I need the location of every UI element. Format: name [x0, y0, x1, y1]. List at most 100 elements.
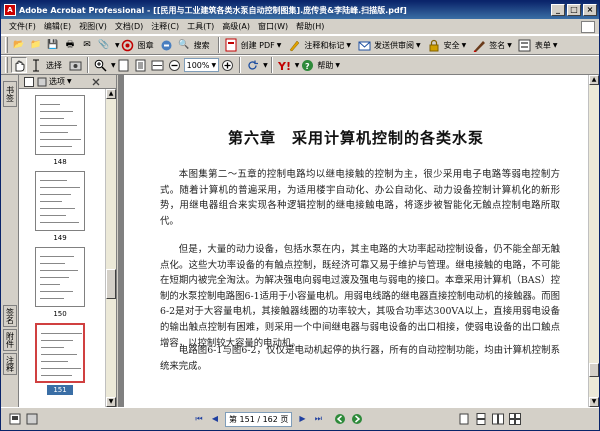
last-page-button[interactable]: ⏭: [311, 412, 325, 426]
zoom-out-icon[interactable]: [167, 57, 183, 73]
zoom-level-dropdown-icon[interactable]: ▼: [212, 62, 217, 69]
sign-dropdown-icon[interactable]: ▼: [507, 42, 512, 49]
thumbnail-page-148[interactable]: [35, 95, 85, 155]
minimize-button[interactable]: _: [551, 4, 565, 16]
tools-icon[interactable]: [24, 411, 40, 427]
open-icon[interactable]: 📂: [11, 37, 27, 53]
zoom-level-select[interactable]: 100% ▼: [183, 58, 220, 72]
scroll-down-icon[interactable]: ▼: [589, 397, 599, 407]
attach-icon[interactable]: 📎: [96, 37, 112, 53]
hand-tool-icon[interactable]: [11, 57, 27, 73]
rotate-dropdown-icon[interactable]: ▼: [263, 62, 268, 69]
tab-attachments[interactable]: 附件: [3, 329, 17, 351]
thumbnail-page-150[interactable]: [35, 247, 85, 307]
document-restore-icon[interactable]: [581, 20, 595, 33]
zoom-in-icon[interactable]: [219, 57, 235, 73]
send-review-dropdown-icon[interactable]: ▼: [416, 42, 421, 49]
menu-file[interactable]: 文件(F): [5, 20, 40, 34]
stamp-button[interactable]: 图章: [120, 37, 154, 53]
menu-advanced[interactable]: 高级(A): [218, 20, 254, 34]
create-pdf-icon: [223, 37, 239, 53]
previous-view-icon[interactable]: [332, 411, 348, 427]
document-scrollbar[interactable]: ▲ ▼: [588, 75, 599, 407]
sign-button[interactable]: 签名 ▼: [471, 37, 512, 53]
send-review-button[interactable]: 发送供审阅 ▼: [356, 37, 421, 53]
print-icon[interactable]: 🖶: [62, 37, 78, 53]
yahoo-icon[interactable]: Y!: [276, 57, 292, 73]
actual-size-icon[interactable]: [116, 57, 132, 73]
single-page-icon[interactable]: [456, 411, 472, 427]
send-review-label: 发送供审阅: [374, 40, 415, 50]
next-page-button[interactable]: ▶: [295, 412, 309, 426]
toolbar-grip[interactable]: [5, 37, 8, 53]
thumbnail-list[interactable]: 148 149 150 151: [19, 89, 105, 407]
security-button[interactable]: 安全 ▼: [426, 37, 467, 53]
thumbnail-line: [40, 139, 81, 140]
panel-close-icon[interactable]: [23, 76, 35, 88]
fit-page-icon[interactable]: [133, 57, 149, 73]
menu-help[interactable]: 帮助(H): [292, 20, 328, 34]
zoom-icon[interactable]: [92, 57, 108, 73]
page-number-field[interactable]: 第 151 / 162 页: [225, 411, 293, 427]
options-icon[interactable]: [36, 76, 48, 88]
scroll-up-icon[interactable]: ▲: [589, 75, 599, 85]
thumbnail-page-149[interactable]: [35, 171, 85, 231]
tab-bookmarks[interactable]: 书签: [3, 81, 17, 107]
menu-comments[interactable]: 注释(C): [147, 20, 183, 34]
snapshot-icon[interactable]: [67, 57, 83, 73]
title-bar[interactable]: A Adobe Acrobat Professional - [[民用与工业建筑…: [1, 1, 599, 19]
create-pdf-label: 创建 PDF: [240, 40, 275, 50]
pdf-page[interactable]: 第六章 采用计算机控制的各类水泵 本图集第二～五章的控制电路均以继电接触的控制为…: [124, 75, 588, 407]
menu-window[interactable]: 窗口(W): [254, 20, 292, 34]
options-dropdown-icon[interactable]: ▼: [67, 78, 72, 85]
rotate-view-icon[interactable]: [244, 57, 260, 73]
thumbnail-line: [40, 291, 73, 292]
toolbar-grip[interactable]: [5, 57, 8, 73]
help-button[interactable]: ? 帮助 ▼: [299, 57, 340, 73]
create-pdf-button[interactable]: 创建 PDF ▼: [223, 37, 282, 53]
maximize-button[interactable]: □: [567, 4, 581, 16]
close-button[interactable]: ×: [583, 4, 597, 16]
tab-signatures[interactable]: 签名: [3, 305, 17, 327]
menu-view[interactable]: 视图(V): [75, 20, 111, 34]
tab-comments[interactable]: 注释: [3, 353, 17, 375]
menu-document[interactable]: 文档(D): [111, 20, 147, 34]
comment-markup-button[interactable]: 注释和标记 ▼: [286, 37, 351, 53]
scroll-up-icon[interactable]: ▲: [106, 89, 116, 99]
menu-tools[interactable]: 工具(T): [183, 20, 218, 34]
thumbnail-line: [40, 208, 75, 209]
scroll-down-icon[interactable]: ▼: [106, 397, 116, 407]
acrobat-app-icon: A: [4, 4, 16, 16]
comment-dropdown-icon[interactable]: ▼: [346, 42, 351, 49]
form-button[interactable]: 表单 ▼: [517, 37, 558, 53]
save-icon[interactable]: 💾: [45, 37, 61, 53]
document-scroll-thumb[interactable]: [589, 363, 599, 377]
help-dropdown-icon[interactable]: ▼: [335, 62, 340, 69]
search-button[interactable]: 🔍 搜索: [176, 37, 210, 53]
organizer-icon[interactable]: 📁: [28, 37, 44, 53]
svg-text:?: ?: [305, 62, 310, 71]
thumb-delete-icon[interactable]: [90, 76, 102, 88]
next-view-icon[interactable]: [349, 411, 365, 427]
email-icon[interactable]: ✉: [79, 37, 95, 53]
chapter-title: 第六章 采用计算机控制的各类水泵: [227, 129, 484, 147]
form-dropdown-icon[interactable]: ▼: [553, 42, 558, 49]
thumbnail-scrollbar[interactable]: ▲ ▼: [105, 89, 116, 407]
thumbnail-line: [40, 201, 62, 202]
continuous-facing-icon[interactable]: [507, 411, 523, 427]
fit-width-icon[interactable]: [150, 57, 166, 73]
select-tool-button[interactable]: 选择: [28, 57, 62, 73]
create-pdf-dropdown-icon[interactable]: ▼: [277, 42, 282, 49]
thumbnail-page-151[interactable]: [35, 323, 85, 383]
continuous-icon[interactable]: [473, 411, 489, 427]
options-label[interactable]: 选项: [49, 76, 65, 87]
document-view[interactable]: 第六章 采用计算机控制的各类水泵 本图集第二～五章的控制电路均以继电接触的控制为…: [118, 75, 588, 407]
find-icon[interactable]: [159, 37, 175, 53]
first-page-button[interactable]: ⏮: [192, 412, 206, 426]
menu-edit[interactable]: 编辑(E): [40, 20, 75, 34]
thumbnail-scroll-thumb[interactable]: [106, 269, 116, 299]
page-size-icon[interactable]: [7, 411, 23, 427]
previous-page-button[interactable]: ◀: [208, 412, 222, 426]
security-dropdown-icon[interactable]: ▼: [462, 42, 467, 49]
facing-icon[interactable]: [490, 411, 506, 427]
